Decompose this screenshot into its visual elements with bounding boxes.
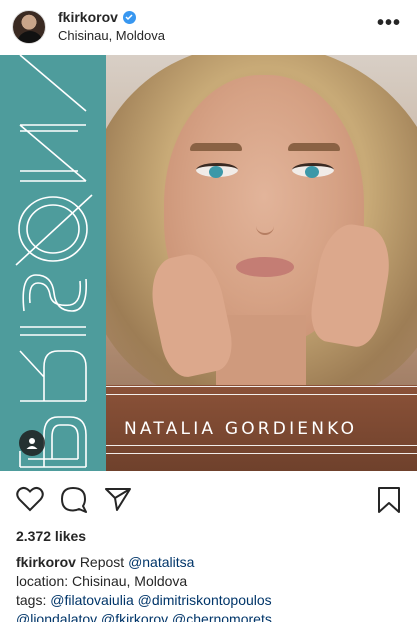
frame-line bbox=[106, 394, 417, 395]
avatar[interactable] bbox=[12, 10, 46, 44]
verified-badge-icon bbox=[122, 10, 136, 24]
frame-line bbox=[106, 386, 417, 387]
caption-text: Repost bbox=[79, 554, 125, 570]
caption-tags-line: tags: @filatovaiulia @dimitriskontopoulo… bbox=[16, 591, 406, 610]
post-header: fkirkorov Chisinau, Moldova ••• bbox=[0, 0, 417, 54]
user-icon bbox=[26, 438, 38, 449]
comment-icon[interactable] bbox=[60, 486, 88, 518]
heart-icon[interactable] bbox=[16, 486, 44, 517]
tagged-people-button[interactable] bbox=[19, 430, 45, 456]
portrait-photo bbox=[106, 55, 417, 471]
post-image[interactable]: NATALIA GORDIENKO bbox=[0, 55, 417, 471]
share-icon[interactable] bbox=[104, 486, 132, 517]
tags-prefix: tags: bbox=[16, 592, 47, 608]
caption-username[interactable]: fkirkorov bbox=[16, 554, 76, 570]
tag-link[interactable]: @filatovaiulia bbox=[50, 592, 133, 608]
caption-clipped-line: @liondalatov @fkirkorov @chernomorets... bbox=[16, 611, 284, 622]
frame-line bbox=[106, 453, 417, 454]
action-bar bbox=[0, 472, 417, 522]
bookmark-icon[interactable] bbox=[377, 486, 401, 519]
frame-line bbox=[106, 445, 417, 446]
tag-link[interactable]: @dimitriskontopoulos bbox=[138, 592, 272, 608]
artist-name: NATALIA GORDIENKO bbox=[124, 419, 358, 439]
more-options-button[interactable]: ••• bbox=[377, 12, 401, 35]
cover-title-graphic bbox=[15, 55, 93, 468]
username-row: fkirkorov bbox=[58, 9, 136, 25]
likes-count[interactable]: 2.372 likes bbox=[16, 528, 86, 544]
caption-location-line: location: Chisinau, Moldova bbox=[16, 573, 188, 589]
caption: fkirkorov Repost @natalitsa location: Ch… bbox=[16, 553, 406, 610]
caption-first-line: fkirkorov Repost @natalitsa bbox=[16, 553, 406, 572]
username-link[interactable]: fkirkorov bbox=[58, 9, 118, 25]
mention-link[interactable]: @natalitsa bbox=[128, 554, 194, 570]
cover-teal-panel bbox=[0, 55, 106, 471]
location-link[interactable]: Chisinau, Moldova bbox=[58, 28, 165, 43]
